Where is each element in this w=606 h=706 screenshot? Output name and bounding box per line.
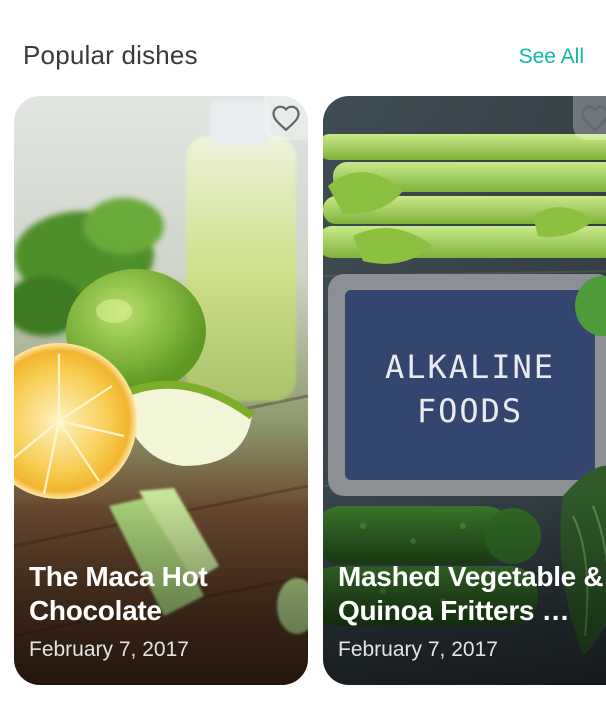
favorite-button[interactable] [264,96,308,140]
dishes-carousel[interactable]: The Maca Hot Chocolate February 7, 2017 [0,96,606,686]
see-all-link[interactable]: See All [519,43,584,71]
favorite-button[interactable] [573,96,606,140]
dish-card[interactable]: The Maca Hot Chocolate February 7, 2017 [14,96,308,685]
dish-date: February 7, 2017 [29,638,189,661]
popular-dishes-screen: Popular dishes See All The Maca Hot Choc… [0,0,606,706]
heart-outline-icon [272,105,300,132]
dish-card[interactable]: ALKALINE FOODS Mashed Vegetable & Quinoa… [323,96,606,685]
svg-text:FOODS: FOODS [417,392,523,430]
dish-date: February 7, 2017 [338,638,498,661]
section-header: Popular dishes See All [0,0,606,96]
dish-title: Mashed Vegetable & Quinoa Fritters … [338,561,604,626]
section-title: Popular dishes [23,40,198,70]
svg-text:ALKALINE: ALKALINE [385,348,555,386]
dish-title: The Maca Hot Chocolate [29,561,208,626]
heart-outline-icon [581,105,606,132]
